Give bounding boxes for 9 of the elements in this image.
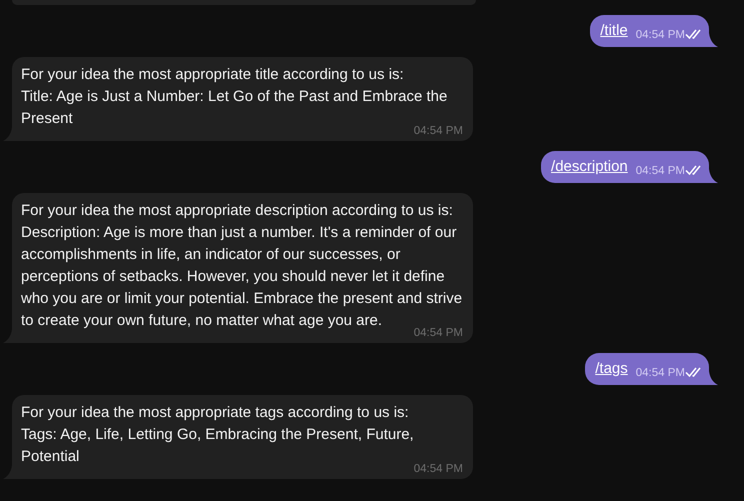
message-time: 04:54 PM (636, 28, 685, 42)
command-link[interactable]: /tags (595, 359, 628, 379)
message-time: 04:54 PM (414, 462, 463, 476)
message-time: 04:54 PM (636, 366, 685, 380)
message-time: 04:54 PM (636, 164, 685, 178)
message-time: 04:54 PM (414, 326, 463, 340)
command-link[interactable]: /description (551, 157, 628, 177)
command-link[interactable]: /title (600, 21, 628, 41)
message-time: 04:54 PM (414, 124, 463, 138)
